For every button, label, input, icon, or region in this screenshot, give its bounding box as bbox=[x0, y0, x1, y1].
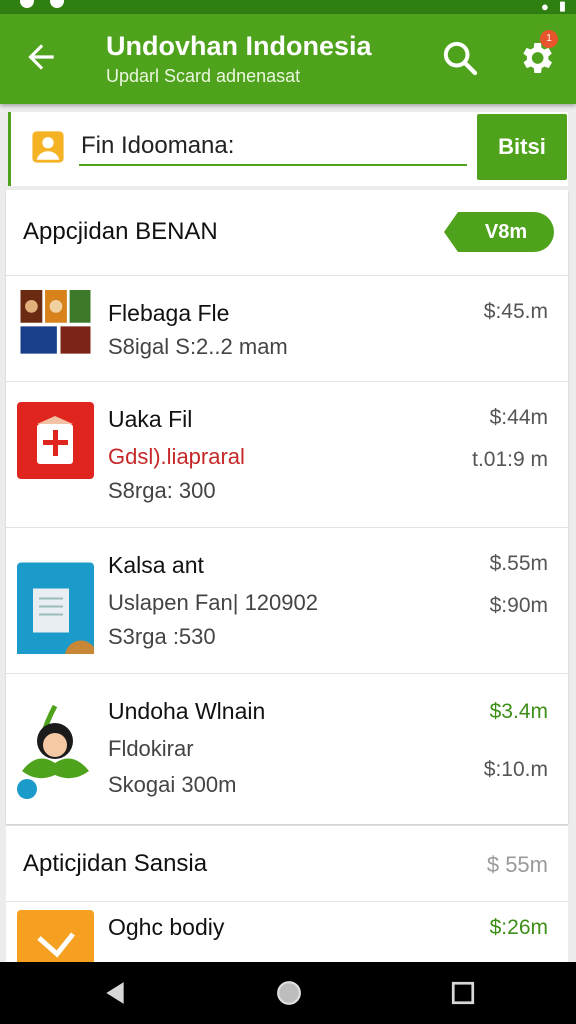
app-thumbnail bbox=[20, 290, 91, 354]
list-item[interactable]: Undoha Wlnain Fldokirar Skogai 300m $3.4… bbox=[6, 674, 568, 824]
section-title: Apticjidan Sansia bbox=[23, 850, 208, 877]
list-item[interactable]: Kalsa ant Uslapen Fan| 120902 S3rga :530… bbox=[6, 528, 568, 674]
results-card: Apticjidan Sansia $ 55m Oghc bodiy $:26m bbox=[6, 826, 568, 962]
search-button[interactable]: Bitsi bbox=[477, 114, 567, 180]
item-price: $:44m bbox=[489, 406, 548, 429]
section-header: Appcjidan BENAN V8m bbox=[6, 190, 568, 276]
notification-icon bbox=[50, 0, 64, 8]
recents-nav-icon[interactable] bbox=[450, 980, 476, 1006]
item-price: $:45.m bbox=[483, 300, 548, 323]
app-icon bbox=[17, 910, 94, 962]
section-title: Appcjidan BENAN bbox=[23, 218, 218, 245]
status-bar: ● ▮ bbox=[0, 0, 576, 14]
item-detail: S8igal S:2..2 mam bbox=[108, 334, 288, 359]
notification-icon bbox=[20, 0, 34, 8]
app-icon bbox=[17, 562, 94, 654]
item-price: $:26m bbox=[489, 916, 548, 939]
item-price: $:10.m bbox=[483, 758, 548, 781]
notification-badge: 1 bbox=[540, 30, 558, 48]
section-price: $ 55m bbox=[486, 852, 548, 877]
page-subtitle: Updarl Scard adnenasat bbox=[106, 66, 301, 86]
search-bar: Bitsi bbox=[8, 112, 568, 186]
item-name: Undoha Wlnain bbox=[108, 698, 266, 724]
item-name: Kalsa ant bbox=[108, 552, 204, 578]
item-detail: Gdsl).liapraral bbox=[108, 444, 245, 469]
item-price: t.01:9 m bbox=[472, 448, 548, 471]
navigation-bar bbox=[0, 962, 576, 1024]
search-icon[interactable] bbox=[440, 38, 480, 78]
back-nav-icon[interactable] bbox=[102, 980, 128, 1006]
wifi-icon: ● bbox=[540, 0, 549, 14]
user-icon bbox=[32, 131, 64, 163]
item-name: Uaka Fil bbox=[108, 406, 193, 432]
item-detail: S3rga :530 bbox=[108, 624, 216, 649]
list-item[interactable]: Flebaga Fle S8igal S:2..2 mam $:45.m bbox=[6, 276, 568, 382]
item-detail: Fldokirar bbox=[108, 736, 194, 761]
list-item[interactable]: Oghc bodiy $:26m bbox=[6, 902, 568, 962]
arrow-back-icon[interactable] bbox=[22, 38, 60, 76]
avatar bbox=[17, 704, 89, 799]
list-item[interactable]: Uaka Fil Gdsl).liapraral S8rga: 300 $:44… bbox=[6, 382, 568, 528]
item-detail: Skogai 300m bbox=[108, 772, 237, 797]
item-name: Oghc bodiy bbox=[108, 914, 225, 940]
app-bar: Undovhan Indonesia Updarl Scard adnenasa… bbox=[0, 14, 576, 104]
item-detail: S8rga: 300 bbox=[108, 478, 216, 503]
item-price: $3.4m bbox=[489, 700, 548, 723]
item-detail: Uslapen Fan| 120902 bbox=[108, 590, 318, 615]
app-icon bbox=[17, 402, 94, 479]
item-price: $:90m bbox=[489, 594, 548, 617]
item-price: $.55m bbox=[489, 552, 548, 575]
page-title: Undovhan Indonesia bbox=[106, 31, 372, 61]
home-nav-icon[interactable] bbox=[276, 980, 302, 1006]
item-name: Flebaga Fle bbox=[108, 300, 230, 326]
view-more-button[interactable]: V8m bbox=[444, 212, 554, 252]
results-card: Appcjidan BENAN V8m Flebaga Fle S8igal S… bbox=[6, 190, 568, 824]
section-header: Apticjidan Sansia $ 55m bbox=[6, 826, 568, 902]
battery-icon: ▮ bbox=[558, 0, 566, 13]
search-input[interactable] bbox=[79, 128, 467, 166]
